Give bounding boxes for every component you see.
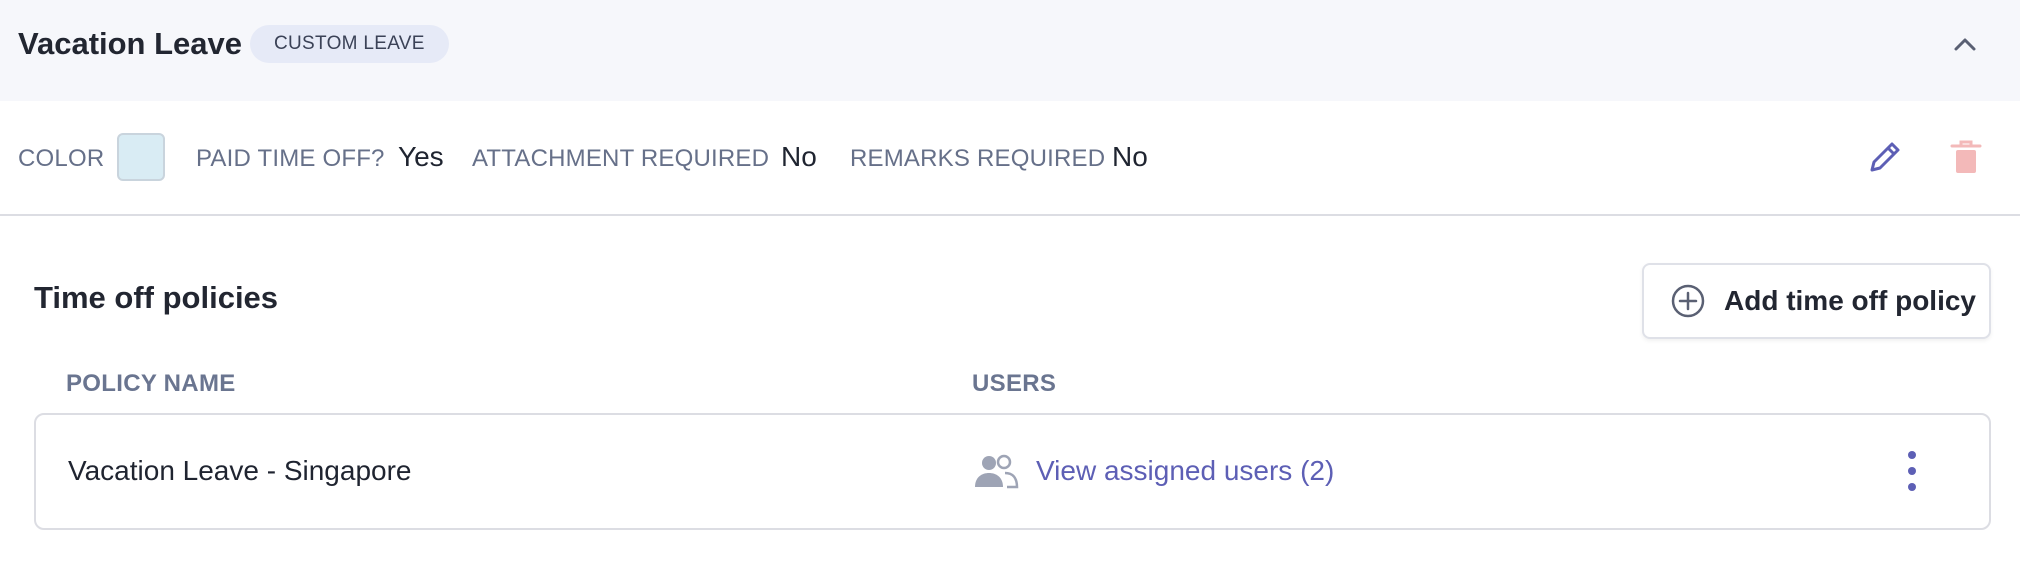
leave-details-row: COLOR PAID TIME OFF? Yes ATTACHMENT REQU… bbox=[0, 101, 2020, 216]
attachment-required-label: ATTACHMENT REQUIRED bbox=[472, 145, 770, 172]
view-assigned-users-link[interactable]: View assigned users (2) bbox=[1036, 455, 1334, 487]
remarks-required-label: REMARKS REQUIRED bbox=[850, 145, 1106, 172]
policy-row: Vacation Leave - Singapore View assigned… bbox=[34, 413, 1991, 530]
paid-time-off-label: PAID TIME OFF? bbox=[196, 145, 385, 172]
add-time-off-policy-button[interactable]: Add time off policy bbox=[1642, 263, 1991, 339]
column-header-users: USERS bbox=[972, 370, 1057, 397]
chevron-up-icon[interactable] bbox=[1950, 30, 1980, 60]
more-options-icon[interactable] bbox=[1902, 449, 1922, 493]
paid-time-off-value: Yes bbox=[398, 141, 444, 172]
column-header-policy-name: POLICY NAME bbox=[66, 370, 236, 397]
trash-icon[interactable] bbox=[1946, 137, 1986, 177]
policy-name: Vacation Leave - Singapore bbox=[68, 455, 412, 486]
pencil-icon[interactable] bbox=[1865, 137, 1905, 177]
add-time-off-policy-label: Add time off policy bbox=[1724, 285, 1976, 316]
leave-type-title: Vacation Leave bbox=[18, 26, 243, 61]
custom-leave-badge: CUSTOM LEAVE bbox=[250, 25, 449, 63]
color-swatch bbox=[117, 133, 165, 181]
add-circle-icon bbox=[1671, 284, 1705, 318]
leave-type-header: Vacation Leave CUSTOM LEAVE bbox=[0, 0, 2020, 101]
remarks-required-value: No bbox=[1112, 141, 1148, 172]
time-off-policies-title: Time off policies bbox=[34, 280, 279, 315]
attachment-required-value: No bbox=[781, 141, 817, 172]
users-icon bbox=[975, 454, 1019, 489]
color-label: COLOR bbox=[18, 145, 105, 172]
